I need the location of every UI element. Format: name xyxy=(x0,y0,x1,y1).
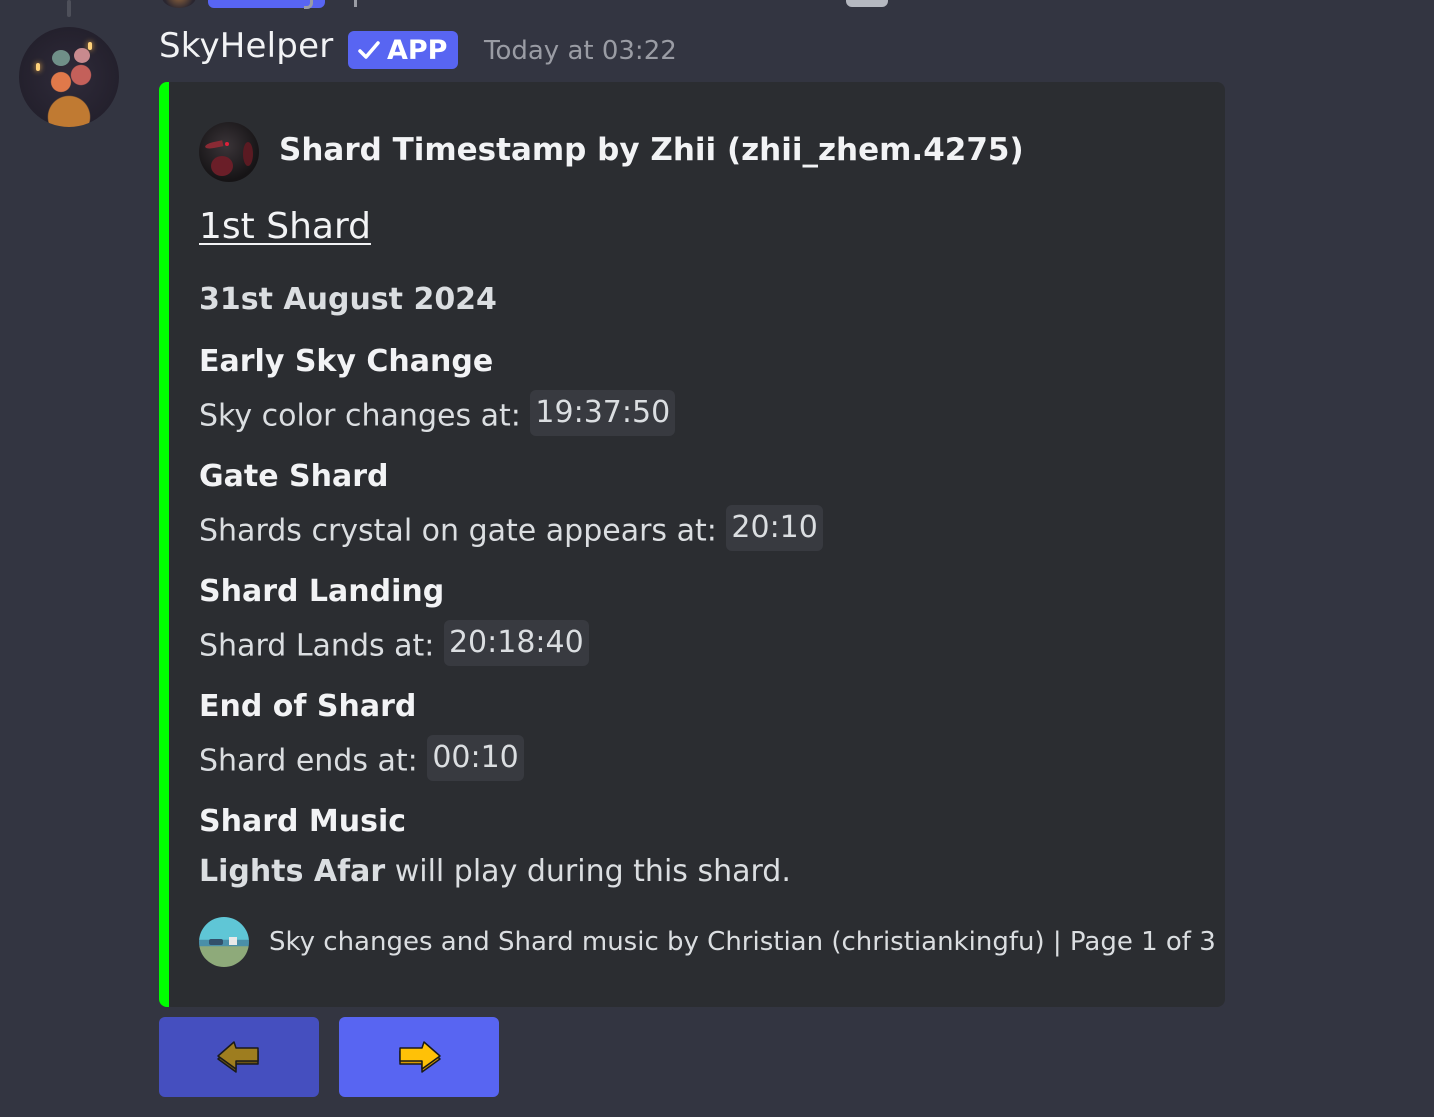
candle-decoration xyxy=(88,42,92,50)
footer-text: Sky changes and Shard music by Christian… xyxy=(269,927,1216,957)
music-title: Lights Afar xyxy=(199,854,386,889)
field-name: Shard Music xyxy=(199,804,407,839)
shard-date: 31st August 2024 xyxy=(199,282,497,317)
message-timestamp[interactable]: Today at 03:22 xyxy=(484,36,677,66)
app-badge-label: APP xyxy=(387,34,448,66)
field-text: will play during this shard. xyxy=(385,854,791,889)
embed-author-avatar xyxy=(199,122,259,182)
raven-wing xyxy=(211,156,233,176)
field-name: End of Shard xyxy=(199,689,417,724)
arrow-right-icon xyxy=(399,1041,441,1073)
discord-chat: SkyHelper APP Today at 03:22 Shard Times… xyxy=(0,0,1434,1117)
field-shard-landing: Shard Landing Shard Lands at: 20:18:40 xyxy=(199,574,589,670)
field-value: Sky color changes at: 19:37:50 xyxy=(199,390,676,440)
field-shard-music: Shard Music Lights Afar will play during… xyxy=(199,804,791,890)
footer-icon-detail xyxy=(209,939,223,945)
field-text: Shard Lands at: xyxy=(199,628,435,664)
author-username[interactable]: SkyHelper xyxy=(159,26,333,66)
field-text: Sky color changes at: xyxy=(199,398,521,434)
field-name: Gate Shard xyxy=(199,459,389,494)
avatar-figure xyxy=(74,48,90,63)
footer-icon xyxy=(199,917,249,967)
time-code: 00:10 xyxy=(427,735,524,781)
embed-title[interactable]: 1st Shard xyxy=(199,206,371,247)
raven-beak xyxy=(204,140,224,150)
embed-author-name: Shard Timestamp by Zhii (zhii_zhem.4275) xyxy=(279,132,1024,168)
field-name: Early Sky Change xyxy=(199,344,494,379)
previous-message-avatar[interactable] xyxy=(162,0,196,8)
embed-accent-bar xyxy=(159,82,169,1007)
field-end-of-shard: End of Shard Shard ends at: 00:10 xyxy=(199,689,524,785)
raven-eye xyxy=(225,142,229,146)
field-early-sky-change: Early Sky Change Sky color changes at: 1… xyxy=(199,344,676,440)
field-gate-shard: Gate Shard Shards crystal on gate appear… xyxy=(199,459,823,555)
previous-message-text xyxy=(354,0,357,7)
field-value: Shards crystal on gate appears at: 20:10 xyxy=(199,505,823,555)
time-code: 19:37:50 xyxy=(530,390,676,436)
previous-message-chip xyxy=(846,0,888,7)
time-code: 20:18:40 xyxy=(443,620,589,666)
embed-footer: Sky changes and Shard music by Christian… xyxy=(199,917,1216,967)
app-badge: APP xyxy=(348,31,459,69)
field-value: Shard Lands at: 20:18:40 xyxy=(199,620,589,670)
next-page-button[interactable] xyxy=(339,1017,499,1097)
field-value: Lights Afar will play during this shard. xyxy=(199,854,791,890)
candle-decoration xyxy=(36,63,40,71)
time-code: 20:10 xyxy=(726,505,823,551)
previous-page-button[interactable] xyxy=(159,1017,319,1097)
field-text: Shards crystal on gate appears at: xyxy=(199,513,717,549)
bot-avatar[interactable] xyxy=(19,27,119,127)
embed: Shard Timestamp by Zhii (zhii_zhem.4275)… xyxy=(159,82,1225,1007)
arrow-left-icon xyxy=(217,1041,259,1073)
field-value: Shard ends at: 00:10 xyxy=(199,735,524,785)
raven-wing xyxy=(243,142,253,166)
footer-icon-detail xyxy=(229,937,237,945)
check-icon xyxy=(358,41,380,59)
thread-line xyxy=(67,0,71,17)
field-text: Shard ends at: xyxy=(199,743,418,779)
avatar-figure xyxy=(52,50,70,66)
field-name: Shard Landing xyxy=(199,574,445,609)
